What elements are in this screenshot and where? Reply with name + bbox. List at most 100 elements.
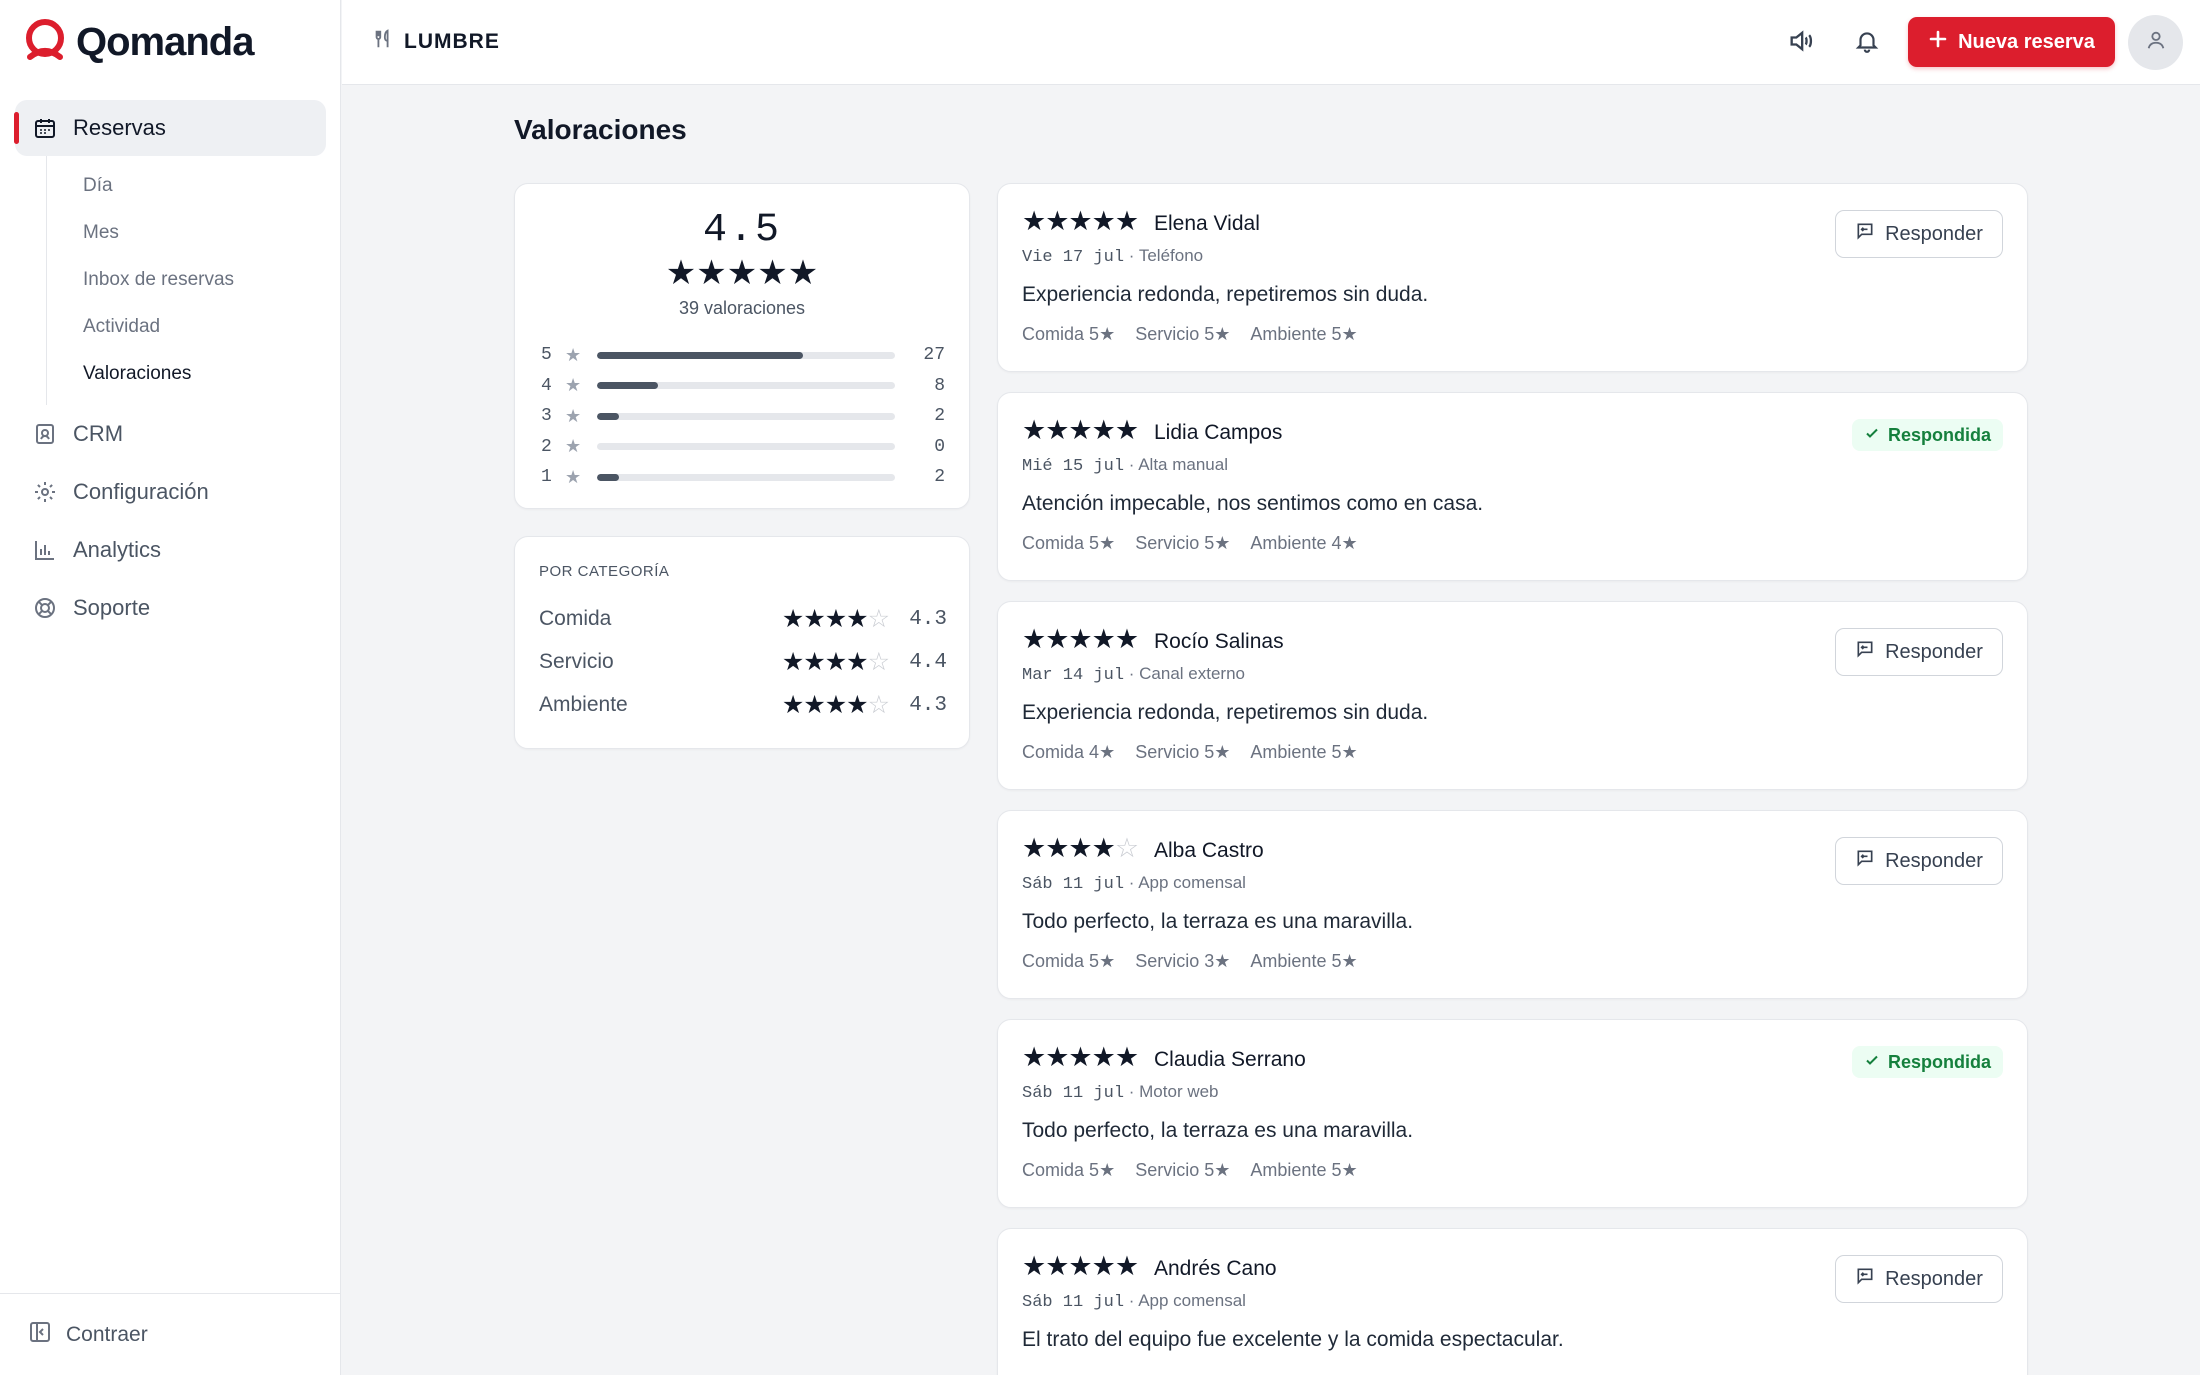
review-text: Todo perfecto, la terraza es una maravil… [1022,1119,1414,1142]
sidebar: Qomanda Reservas Día Mes Inbox de reserv… [0,0,341,1375]
nav-item-configuracion[interactable]: Configuración [15,463,326,521]
category-row: Ambiente ★★★★☆ 4.3 [539,685,947,725]
score-label: Ambiente [1250,951,1327,971]
total-ratings: 39 valoraciones [678,298,806,318]
answered-label: Respondida [1887,424,1991,445]
new-reservation-label: Nueva reserva [1958,30,2095,53]
nav-label-soporte: Soporte [73,595,151,620]
review-meta: Sáb 11 jul · App comensal [1022,873,1246,894]
distribution-bar-track [597,473,895,481]
venue-name: LUMBRE [404,30,500,53]
distribution-bar-fill [597,473,620,481]
score-ambiente: Ambiente 5★ [1250,951,1357,972]
lifebuoy-icon [31,594,59,622]
user-avatar[interactable] [2128,15,2183,70]
respond-button[interactable]: Responder [1835,628,2003,676]
fork-knife-icon [372,28,394,56]
collapse-sidebar-button[interactable]: Contraer [0,1293,341,1375]
review-source: · Canal externo [1128,664,1245,683]
subnav-item-inbox[interactable]: Inbox de reservas [47,256,341,303]
star-icon: ★ [1341,742,1358,762]
category-card: POR CATEGORÍA Comida ★★★★☆ 4.3 Servicio ★★★★… [514,536,970,749]
score-ambiente: Ambiente 5★ [1250,324,1357,345]
subnav-item-actividad[interactable]: Actividad [47,303,341,350]
calendar-icon [31,114,59,142]
category-name: Comida [539,607,612,630]
reviewer-name: Alba Castro [1154,839,1264,862]
subnav-item-dia[interactable]: Día [47,162,341,209]
nav-item-reservas[interactable]: Reservas [14,100,326,156]
score-value: 5 [1204,742,1215,762]
respond-label: Responder [1885,849,1983,872]
distribution-stars-label: 4 [541,375,552,396]
review-source: · App comensal [1128,873,1246,892]
nav-item-analytics[interactable]: Analytics [15,521,326,579]
score-label: Ambiente [1250,1160,1327,1180]
brand-logo[interactable]: Qomanda [22,18,254,66]
respond-button[interactable]: Responder [1835,1255,2003,1303]
review-card: ★★★★★ Claudia Serrano Sáb 11 jul · Motor w… [997,1019,2028,1208]
contact-book-icon [31,420,59,448]
score-label: Comida [1022,1160,1085,1180]
star-icon: ★ [1214,951,1231,971]
review-meta: Sáb 11 jul · Motor web [1022,1082,1219,1103]
star-icon: ★ [565,466,582,487]
nav-item-crm[interactable]: CRM [15,405,326,463]
star-icon: ★ [1099,951,1116,971]
star-icon: ★ [1214,533,1231,553]
respond-button[interactable]: Responder [1835,210,2003,258]
category-value: 4.4 [909,650,947,674]
rating-summary-card: 4.5 ★★★★★ 39 valoraciones 5 ★ 27 4 ★ 8 3 ★ 2 2 ★ 0 1… [514,183,970,509]
review-card: ★★★★★ Elena Vidal Vie 17 jul · Teléfono Exp… [997,183,2028,372]
star-icon: ★ [1099,1160,1116,1180]
subnav-item-mes[interactable]: Mes [47,209,341,256]
review-text: Experiencia redonda, repetiremos sin dud… [1022,701,1429,724]
review-text: Todo perfecto, la terraza es una maravil… [1022,910,1414,933]
category-name: Servicio [539,650,614,673]
rating-distribution: 5 ★ 27 4 ★ 8 3 ★ 2 2 ★ 0 1 ★ 2 [541,340,945,493]
subnav-item-valoraciones[interactable]: Valoraciones [47,350,341,397]
star-icon: ★ [565,344,582,365]
review-scores: Comida 4★ Servicio 5★ Ambiente 5★ [1022,742,1358,763]
score-comida: Comida 4★ [1022,742,1115,763]
review-date: Sáb 11 jul [1022,875,1125,894]
score-value: 5 [1089,324,1100,344]
star-icon: ★ [565,375,582,396]
score-ambiente: Ambiente 5★ [1250,1160,1357,1181]
distribution-row: 2 ★ 0 [541,432,945,463]
score-value: 5 [1204,1160,1215,1180]
respond-label: Responder [1885,222,1983,245]
distribution-row: 1 ★ 2 [541,462,945,493]
sound-toggle-button[interactable] [1782,24,1820,62]
reply-message-icon [1855,848,1875,874]
distribution-bar-track [597,443,895,451]
star-icon: ★ [1099,742,1116,762]
respond-button[interactable]: Responder [1835,837,2003,885]
score-label: Comida [1022,742,1085,762]
score-servicio: Servicio 5★ [1135,1160,1230,1181]
score-value: 3 [1204,951,1215,971]
venue-selector[interactable]: LUMBRE [372,28,500,56]
collapse-label: Contraer [66,1322,148,1346]
user-icon [2145,29,2167,56]
reviewer-name: Claudia Serrano [1154,1048,1306,1071]
category-value: 4.3 [909,693,947,717]
distribution-stars-label: 3 [541,406,552,427]
page-title: Valoraciones [514,114,687,145]
score-value: 5 [1204,533,1215,553]
distribution-stars-label: 1 [541,467,552,488]
new-reservation-button[interactable]: Nueva reserva [1908,17,2115,67]
distribution-bar-track [597,412,895,420]
notifications-button[interactable] [1848,24,1886,62]
score-label: Comida [1022,324,1085,344]
gear-icon [31,478,59,506]
average-rating: 4.5 [702,208,781,253]
nav-item-soporte[interactable]: Soporte [15,579,326,637]
score-ambiente: Ambiente 5★ [1250,742,1357,763]
review-date: Sáb 11 jul [1022,1084,1125,1103]
review-source: · Teléfono [1128,246,1204,265]
category-stars: ★★★★☆ [781,691,890,719]
respond-label: Responder [1885,1267,1983,1290]
main-nav: Reservas Día Mes Inbox de reservas Activ… [0,100,341,637]
category-row: Comida ★★★★☆ 4.3 [539,599,947,639]
